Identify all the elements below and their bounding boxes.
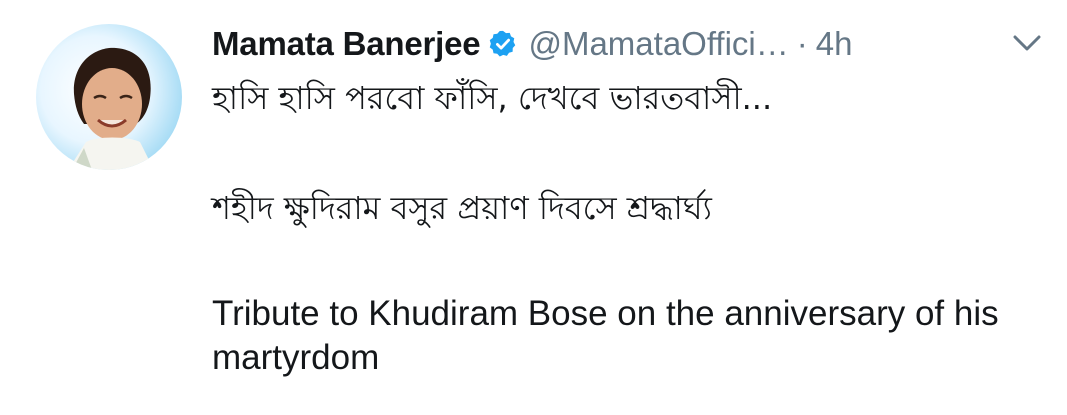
display-name[interactable]: Mamata Banerjee [212, 25, 481, 63]
tweet-text-line-bengali-2: শহীদ ক্ষুদিরাম বসুর প্রয়াণ দিবসে শ্রদ্ধ… [212, 189, 712, 227]
tweet-text-line-bengali-1: হাসি হাসি পরবো ফাঁসি, দেখবে ভারতবাসী... [212, 79, 773, 117]
verified-badge-icon [488, 29, 518, 59]
tweet-header: Mamata Banerjee @MamataOffici… · 4h [212, 20, 852, 68]
chevron-down-icon[interactable] [1010, 30, 1044, 56]
header-separator: · [796, 25, 808, 62]
tweet-text-line-english: Tribute to Khudiram Bose on the annivers… [212, 294, 999, 377]
avatar-image [68, 47, 154, 170]
tweet-card[interactable]: Mamata Banerjee @MamataOffici… · 4h হাসি… [0, 0, 1067, 415]
user-handle[interactable]: @MamataOffici… [528, 25, 788, 63]
tweet-timestamp[interactable]: 4h [816, 25, 853, 63]
avatar[interactable] [36, 24, 182, 170]
